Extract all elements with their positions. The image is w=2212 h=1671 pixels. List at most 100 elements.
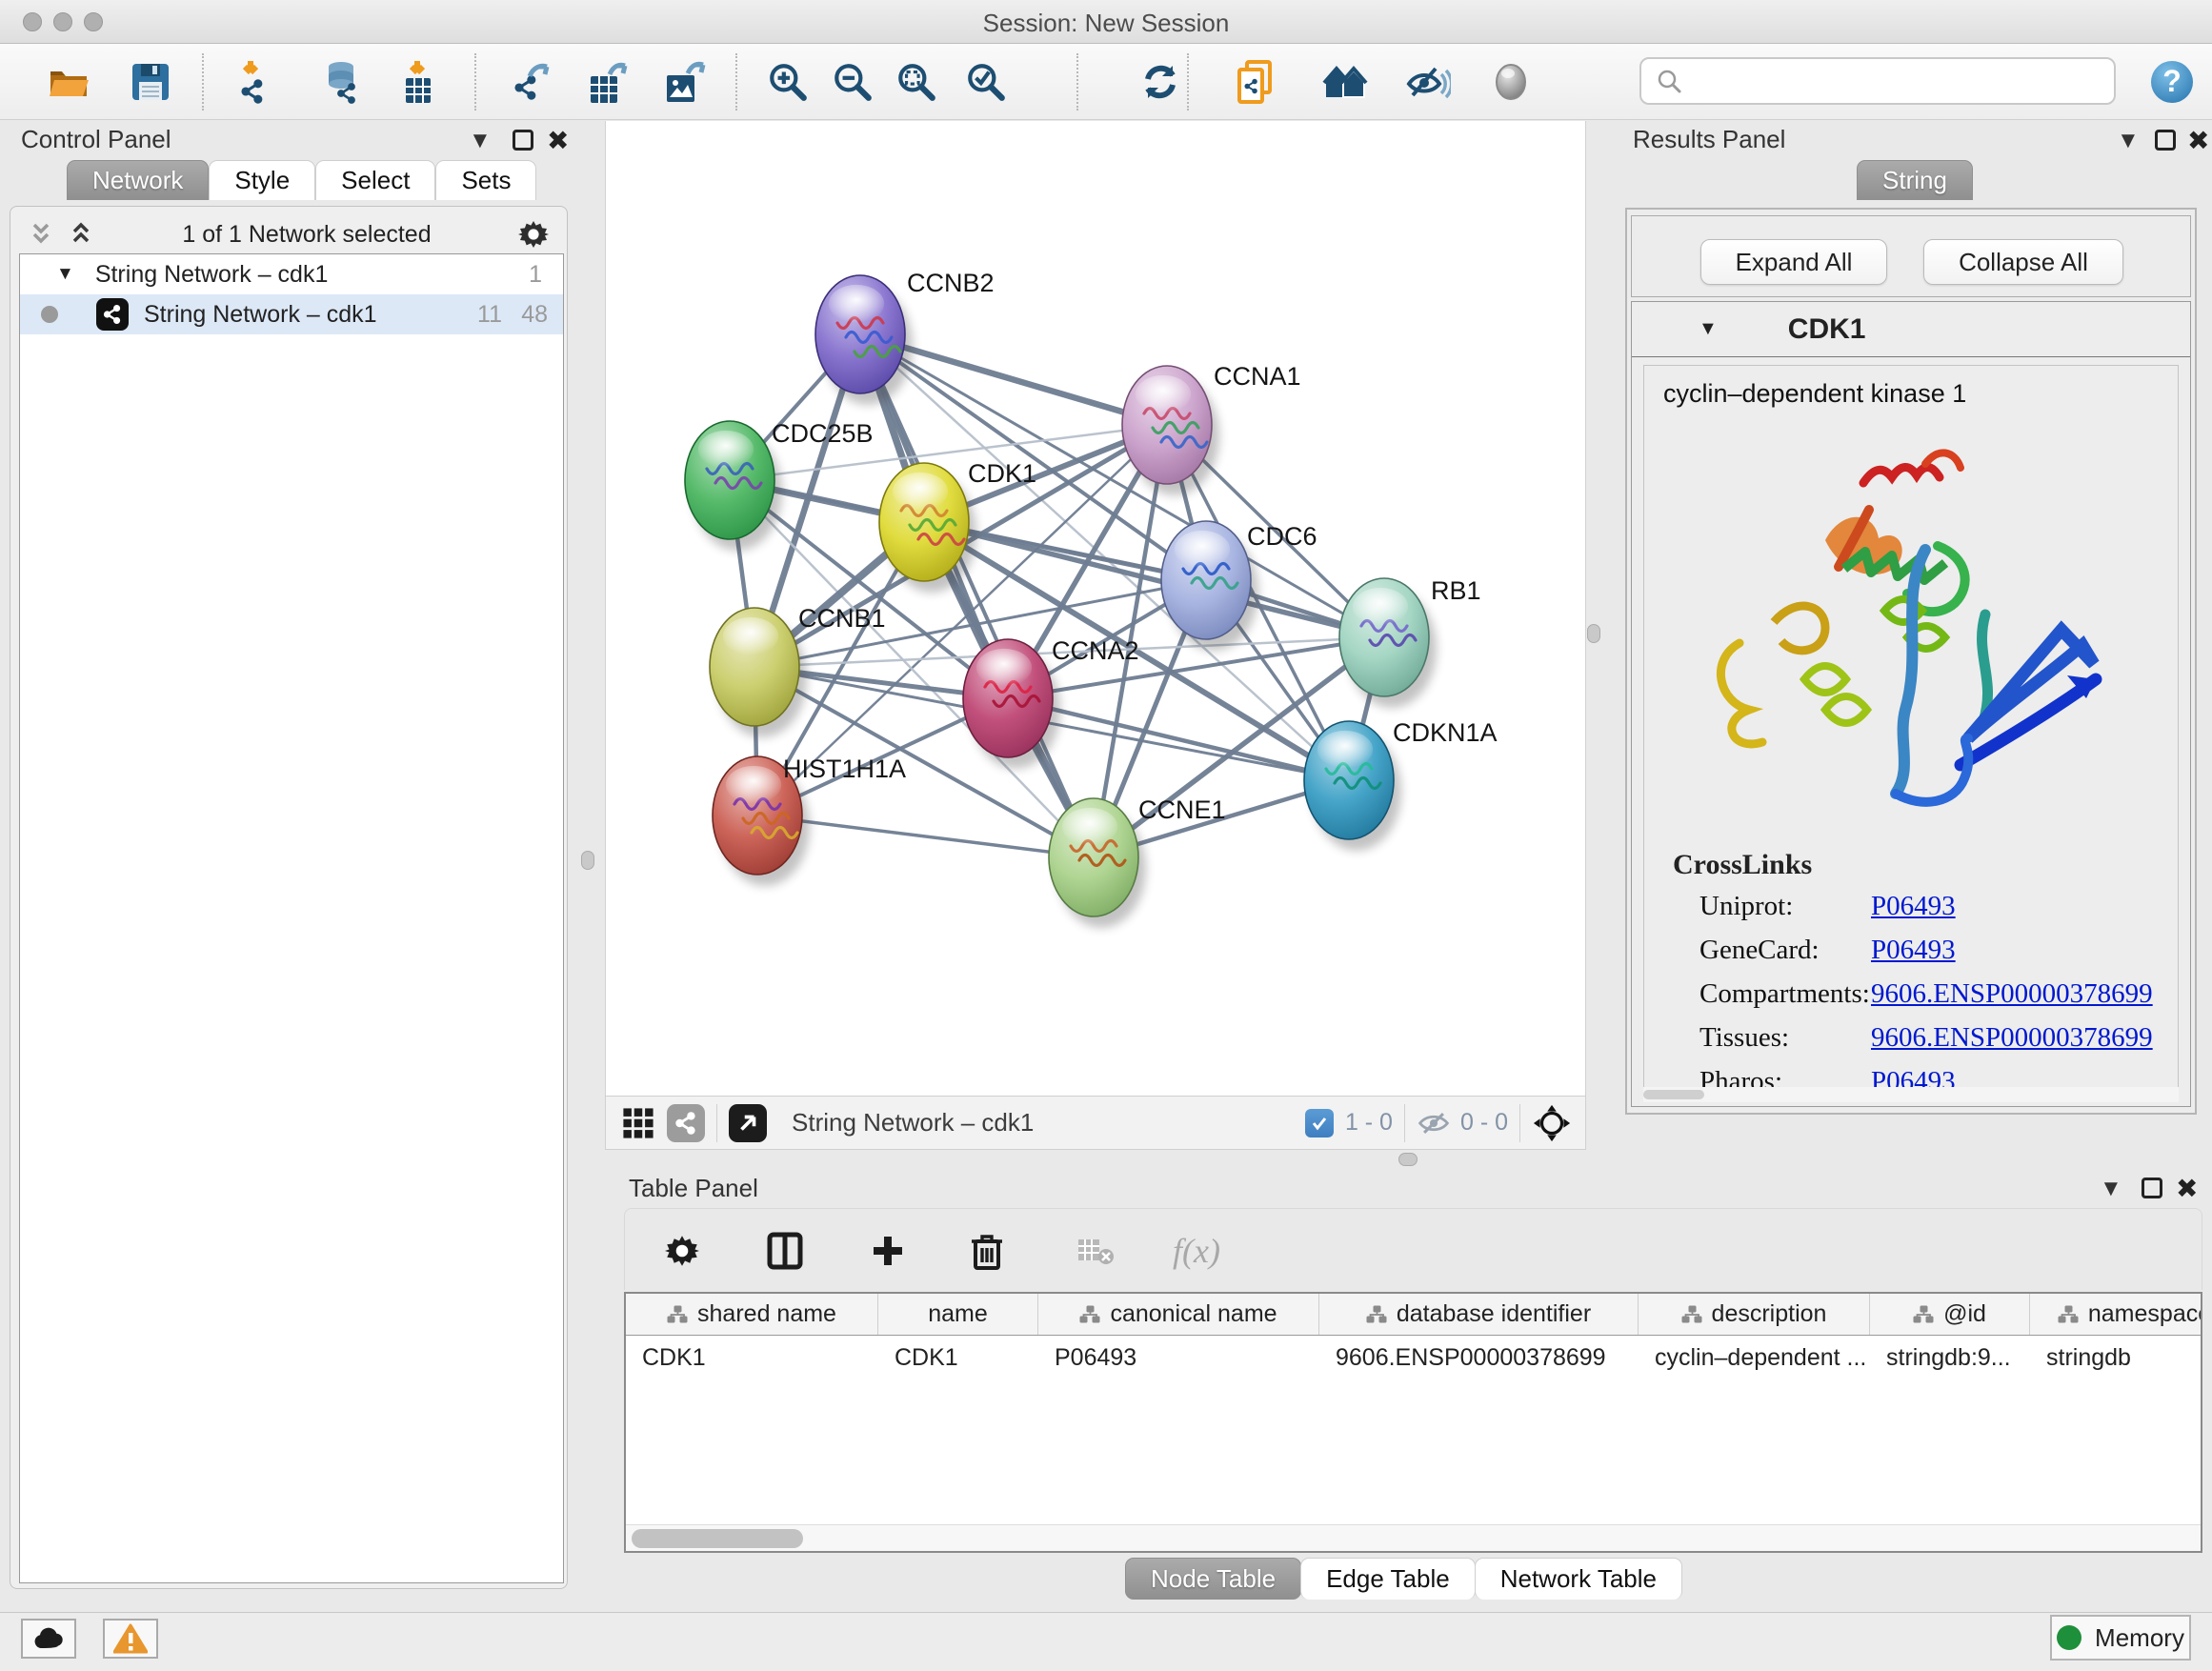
right-splitter-handle[interactable] (1587, 624, 1600, 643)
network-node-CDC6[interactable] (1161, 521, 1258, 651)
table-cell[interactable]: stringdb (2030, 1344, 2202, 1372)
results-panel-float-icon[interactable] (2155, 130, 2176, 151)
open-session-button[interactable] (38, 55, 99, 109)
column-header-shared-name[interactable]: shared name (626, 1294, 878, 1335)
help-button[interactable]: ? (2142, 55, 2202, 109)
control-panel-float-icon[interactable] (513, 130, 533, 151)
tab-select[interactable]: Select (315, 160, 435, 200)
table-settings-gear-icon[interactable] (655, 1226, 709, 1276)
show-all-button[interactable] (1480, 55, 1541, 109)
import-table-button[interactable] (387, 55, 448, 109)
network-collection-row[interactable]: ▼ String Network – cdk1 1 (20, 254, 563, 294)
column-header-name[interactable]: name (878, 1294, 1038, 1335)
column-header-description[interactable]: description (1639, 1294, 1870, 1335)
tab-string[interactable]: String (1857, 160, 1973, 200)
apply-style-refresh-button[interactable] (1130, 55, 1191, 109)
control-panel-collapse-icon[interactable]: ▼ (469, 130, 492, 152)
results-hscrollbar-thumb[interactable] (1643, 1090, 1704, 1099)
network-row-selected[interactable]: String Network – cdk1 11 48 (20, 294, 563, 334)
tab-network-table[interactable]: Network Table (1475, 1558, 1682, 1600)
table-panel-title: Table Panel (629, 1174, 758, 1202)
tab-sets[interactable]: Sets (435, 160, 536, 200)
zoom-fit-button[interactable] (886, 55, 947, 109)
network-list-options-gear-icon[interactable] (518, 219, 549, 250)
import-network-from-database-button[interactable] (311, 55, 372, 109)
table-panel-collapse-icon[interactable]: ▼ (2100, 1178, 2122, 1200)
network-view-title: String Network – cdk1 (792, 1108, 1034, 1137)
memory-button[interactable]: Memory (2050, 1615, 2191, 1661)
horizontal-splitter-handle[interactable] (1398, 1153, 1418, 1166)
expand-all-chevrons-icon[interactable] (67, 222, 95, 247)
column-label: canonical name (1110, 1300, 1277, 1328)
save-session-button[interactable] (120, 55, 181, 109)
gene-symbol: CDK1 (1788, 313, 1866, 346)
first-neighbors-button[interactable] (1316, 55, 1377, 109)
delete-column-trash-icon[interactable] (960, 1226, 1014, 1276)
network-badge-icon[interactable] (667, 1104, 705, 1142)
table-cell[interactable]: P06493 (1038, 1344, 1319, 1372)
expand-collapse-bar: Expand All Collapse All (1631, 215, 2191, 297)
memory-label: Memory (2095, 1623, 2184, 1653)
search-input[interactable] (1691, 62, 2114, 100)
gene-collapse-icon[interactable]: ▼ (1699, 318, 1718, 340)
network-node-CCNB2[interactable] (815, 275, 913, 405)
column-header-canonical-name[interactable]: canonical name (1038, 1294, 1319, 1335)
clone-network-button[interactable] (1226, 55, 1287, 109)
grid-view-button[interactable] (619, 1104, 657, 1142)
crosslink-value-link[interactable]: P06493 (1871, 891, 1956, 922)
export-image-icon (662, 59, 708, 105)
table-cell[interactable]: CDK1 (878, 1344, 1038, 1372)
expand-all-button[interactable]: Expand All (1700, 239, 1887, 285)
table-cell[interactable]: stringdb:9... (1870, 1344, 2030, 1372)
crosslink-value-link[interactable]: 9606.ENSP00000378699 (1871, 978, 2153, 1010)
export-table-button[interactable] (577, 55, 638, 109)
cloud-status-button[interactable] (21, 1619, 76, 1659)
import-network-button[interactable] (222, 55, 283, 109)
network-node-CCNE1[interactable] (1049, 798, 1146, 928)
table-hscrollbar-thumb[interactable] (632, 1529, 803, 1548)
table-panel-close-icon[interactable]: ✖ (2176, 1176, 2198, 1202)
network-node-RB1[interactable] (1339, 578, 1437, 708)
show-columns-icon[interactable] (758, 1226, 812, 1276)
table-cell[interactable]: 9606.ENSP00000378699 (1319, 1344, 1639, 1372)
tab-style[interactable]: Style (209, 160, 315, 200)
control-panel-close-icon[interactable]: ✖ (547, 128, 569, 154)
column-header-database-identifier[interactable]: database identifier (1319, 1294, 1639, 1335)
table-cell[interactable]: cyclin–dependent ... (1639, 1344, 1870, 1372)
column-header--id[interactable]: @id (1870, 1294, 2030, 1335)
network-node-CDKN1A[interactable] (1304, 721, 1401, 851)
warnings-button[interactable] (103, 1619, 158, 1659)
tab-node-table[interactable]: Node Table (1125, 1558, 1301, 1600)
selected-nodes-checkbox[interactable] (1305, 1109, 1334, 1137)
table-panel-float-icon[interactable] (2142, 1178, 2162, 1198)
crosslink-label: Tissues: (1699, 1022, 1871, 1054)
table-cell[interactable]: CDK1 (626, 1344, 878, 1372)
tree-expand-icon[interactable]: ▼ (56, 264, 74, 285)
results-panel-collapse-icon[interactable]: ▼ (2117, 130, 2140, 152)
add-column-plus-icon[interactable] (861, 1226, 915, 1276)
network-label: String Network – cdk1 (144, 301, 377, 329)
hide-selected-button[interactable] (1398, 55, 1458, 109)
collapse-all-button[interactable]: Collapse All (1923, 239, 2123, 285)
hidden-eye-icon[interactable] (1417, 1109, 1451, 1137)
zoom-out-button[interactable] (822, 55, 883, 109)
export-network-button[interactable] (501, 55, 562, 109)
export-image-button[interactable] (654, 55, 715, 109)
zoom-in-button[interactable] (757, 55, 818, 109)
network-node-CCNB1[interactable] (710, 608, 807, 737)
gene-section-header[interactable]: ▼ CDK1 (1632, 302, 2190, 357)
crosslink-value-link[interactable]: P06493 (1871, 935, 1956, 966)
tab-network[interactable]: Network (67, 160, 209, 200)
fit-selected-crosshair-icon[interactable] (1532, 1103, 1572, 1143)
network-node-CCNA2[interactable] (963, 639, 1060, 769)
zoom-selected-button[interactable] (955, 55, 1016, 109)
tab-edge-table[interactable]: Edge Table (1300, 1558, 1476, 1600)
collapse-all-chevrons-icon[interactable] (27, 222, 55, 247)
crosslink-value-link[interactable]: 9606.ENSP00000378699 (1871, 1022, 2153, 1054)
network-tree: ▼ String Network – cdk1 1 String Network… (19, 253, 564, 1583)
zoom-out-icon (831, 60, 875, 104)
birds-eye-view-button[interactable] (729, 1104, 767, 1142)
left-splitter-handle[interactable] (581, 851, 594, 870)
column-header-namespace[interactable]: namespace (2030, 1294, 2202, 1335)
results-panel-close-icon[interactable]: ✖ (2187, 128, 2209, 154)
